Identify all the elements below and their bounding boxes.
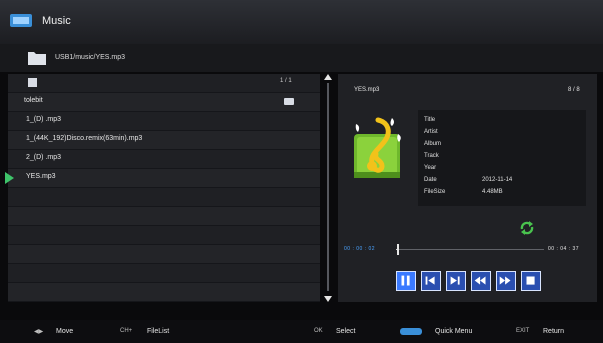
metadata-panel: Title Artist Album Track Year Date 2012-…	[418, 110, 586, 206]
list-item[interactable]: 2_(D) .mp3	[8, 150, 320, 169]
music-file-icon	[28, 78, 37, 87]
now-playing-panel: YES.mp3 8 / 8 Title Artist Album Track Y…	[338, 74, 597, 302]
rewind-icon	[474, 276, 486, 285]
meta-label-filesize: FileSize	[424, 189, 446, 195]
filelist-label: FileList	[147, 328, 170, 335]
help-bar: ◀▶ Move CH+ FileList OK Select Quick Men…	[0, 320, 603, 343]
stop-button[interactable]	[521, 271, 541, 291]
folder-label: tolebit	[24, 97, 43, 104]
meta-label-album: Album	[424, 141, 442, 147]
move-key: ◀▶	[34, 329, 44, 335]
meta-label-date: Date	[424, 177, 437, 183]
exit-key: EXIT	[516, 328, 530, 334]
file-label: 2_(D) .mp3	[26, 154, 62, 161]
total-time: 00 : 04 : 37	[548, 246, 580, 252]
select-label: Select	[336, 328, 356, 335]
stop-icon	[526, 276, 535, 285]
fast-forward-icon	[499, 276, 511, 285]
path-bar: USB1/music/YES.mp3	[0, 44, 603, 72]
list-item-empty	[8, 245, 320, 264]
skip-previous-icon	[425, 276, 435, 285]
list-item-empty	[8, 188, 320, 207]
ok-key: OK	[314, 328, 323, 334]
blue-key-icon	[400, 328, 422, 335]
folder-icon	[284, 98, 294, 105]
list-item-empty	[8, 264, 320, 283]
meta-label-year: Year	[424, 165, 437, 171]
meta-label-title: Title	[424, 117, 436, 123]
scroll-down-icon[interactable]	[324, 296, 332, 302]
list-item-playing[interactable]: YES.mp3	[5, 169, 320, 188]
music-note-icon	[354, 117, 401, 178]
page-count: 1 / 1	[280, 78, 292, 84]
rewind-button[interactable]	[471, 271, 491, 291]
list-item[interactable]: 1_(44K_192)Disco.remix(63min).mp3	[8, 131, 320, 150]
page-title: Music	[42, 15, 71, 27]
list-item-empty	[8, 207, 320, 226]
meta-value-date: 2012-11-14	[482, 177, 513, 183]
move-label: Move	[56, 328, 74, 335]
file-list[interactable]: 1 / 1 tolebit 1_(D) .mp3 1_(44K_192)Disc…	[5, 74, 320, 302]
progress-handle[interactable]	[397, 244, 400, 255]
file-label: YES.mp3	[26, 173, 56, 180]
track-index: 8 / 8	[568, 87, 580, 93]
return-label: Return	[543, 328, 565, 335]
previous-button[interactable]	[421, 271, 441, 291]
pause-icon	[401, 275, 410, 286]
scrollbar[interactable]	[324, 74, 332, 302]
input-source-icon	[10, 14, 32, 27]
ch-key: CH+	[120, 328, 133, 334]
current-path: USB1/music/YES.mp3	[55, 54, 126, 61]
title-bar: Music	[0, 0, 603, 44]
current-time: 00 : 00 : 02	[344, 246, 376, 252]
file-label: 1_(D) .mp3	[26, 116, 62, 123]
list-item-empty	[8, 283, 320, 302]
repeat-icon[interactable]	[519, 220, 535, 236]
pause-button[interactable]	[396, 271, 416, 291]
playing-filename: YES.mp3	[354, 87, 380, 93]
progress-bar[interactable]	[396, 244, 544, 255]
scroll-track[interactable]	[327, 83, 329, 291]
skip-next-icon	[450, 276, 460, 285]
meta-label-artist: Artist	[424, 129, 438, 135]
folder-icon	[28, 52, 46, 65]
list-header: 1 / 1	[8, 74, 320, 93]
fast-forward-button[interactable]	[496, 271, 516, 291]
now-playing-icon	[5, 172, 14, 184]
meta-value-filesize: 4.48MB	[482, 189, 503, 195]
quick-menu-label: Quick Menu	[435, 328, 473, 335]
file-label: 1_(44K_192)Disco.remix(63min).mp3	[26, 135, 143, 142]
next-button[interactable]	[446, 271, 466, 291]
list-item[interactable]: 1_(D) .mp3	[8, 112, 320, 131]
meta-label-track: Track	[424, 153, 439, 159]
list-item-empty	[8, 226, 320, 245]
list-item-folder[interactable]: tolebit	[8, 93, 320, 112]
scroll-up-icon[interactable]	[324, 74, 332, 80]
